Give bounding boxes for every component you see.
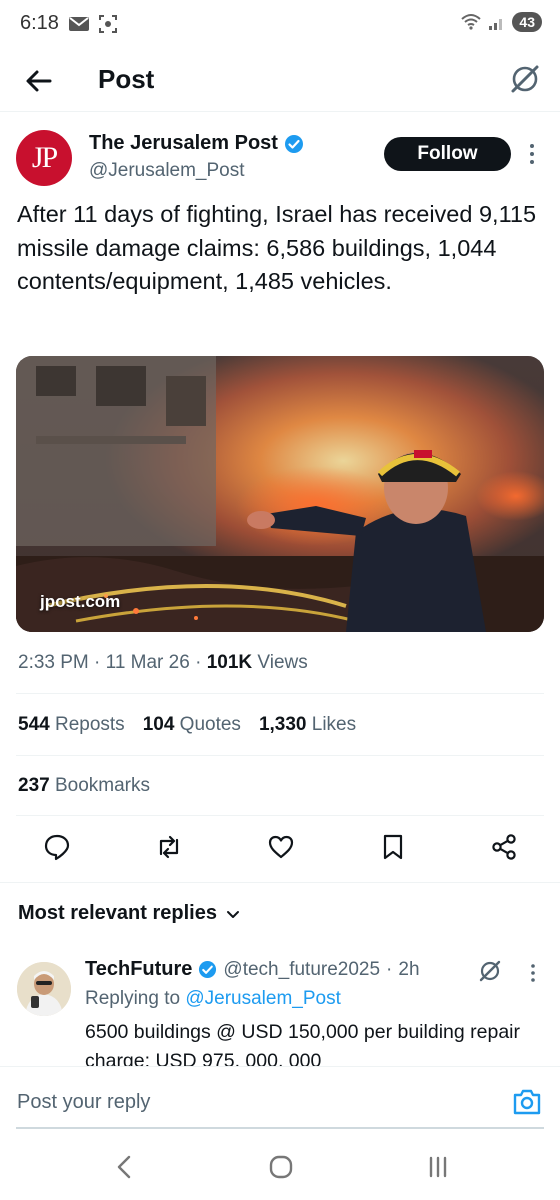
grok-icon[interactable]	[508, 62, 542, 96]
signal-icon	[489, 19, 503, 30]
like-heart-icon[interactable]	[266, 832, 296, 862]
reply-text: 6500 buildings @ USD 150,000 per buildin…	[85, 1021, 520, 1068]
reply-composer: Post your reply	[0, 1066, 560, 1132]
bookmarks-count: 237	[18, 775, 50, 796]
link-domain-label: jpost.com	[40, 592, 121, 611]
follow-button[interactable]: Follow	[384, 137, 511, 171]
repost-icon[interactable]	[154, 832, 184, 862]
replies-sort-dropdown[interactable]: Most relevant replies	[18, 902, 241, 925]
post-author: JP The Jerusalem Post @Jerusalem_Post Fo…	[0, 126, 560, 192]
fire-scene-image	[16, 356, 544, 632]
post-date: 11 Mar 26	[105, 652, 190, 673]
page-title: Post	[98, 64, 155, 94]
divider	[0, 882, 560, 883]
reply-age: 2h	[398, 958, 420, 980]
camera-icon[interactable]	[511, 1087, 543, 1117]
verified-badge-icon	[284, 134, 303, 153]
reposts-stat[interactable]: 544 Reposts	[18, 714, 125, 736]
quotes-label: Quotes	[179, 714, 241, 735]
likes-stat[interactable]: 1,330 Likes	[259, 714, 356, 736]
quotes-count: 104	[142, 714, 175, 735]
author-name-link[interactable]: The Jerusalem Post	[89, 132, 304, 155]
post-text: After 11 days of fighting, Israel has re…	[17, 201, 537, 294]
wifi-icon	[461, 14, 482, 30]
divider	[16, 693, 544, 694]
reply-input[interactable]: Post your reply	[17, 1091, 150, 1114]
separator-dot: ·	[386, 958, 393, 980]
battery-indicator: 43	[512, 12, 542, 32]
action-bar	[0, 832, 560, 868]
bookmarks-label: Bookmarks	[54, 775, 151, 796]
nav-back-icon[interactable]	[110, 1152, 140, 1182]
more-vertical-icon[interactable]	[526, 962, 540, 984]
author-handle[interactable]: @Jerusalem_Post	[89, 160, 245, 182]
replying-to: Replying to @Jerusalem_Post	[85, 988, 341, 1010]
share-icon[interactable]	[489, 832, 519, 862]
nav-recents-icon[interactable]	[423, 1152, 453, 1182]
nav-home-icon[interactable]	[266, 1152, 296, 1182]
system-nav-bar	[0, 1132, 560, 1200]
divider	[16, 815, 544, 816]
verified-badge-icon	[199, 960, 217, 979]
views-count: 101K	[206, 652, 253, 673]
grok-icon[interactable]	[477, 958, 503, 984]
bookmark-icon[interactable]	[378, 832, 408, 862]
author-name: The Jerusalem Post	[89, 132, 278, 154]
reply-author-name[interactable]: TechFuture	[85, 958, 192, 981]
author-avatar[interactable]: JP	[16, 130, 72, 186]
back-arrow-icon[interactable]	[22, 64, 56, 98]
reply-avatar-image	[17, 962, 71, 1016]
replying-to-prefix: Replying to	[85, 988, 181, 1009]
mail-icon	[69, 17, 89, 31]
post-time: 2:33 PM	[18, 652, 89, 673]
top-app-bar: Post	[0, 50, 560, 112]
post-image[interactable]: jpost.com	[16, 356, 544, 632]
likes-label: Likes	[311, 714, 357, 735]
status-bar: 6:18 43	[0, 0, 560, 50]
likes-count: 1,330	[258, 714, 307, 735]
chevron-down-icon	[226, 910, 239, 918]
replies-sort-label: Most relevant replies	[18, 902, 217, 924]
reposts-label: Reposts	[54, 714, 125, 735]
input-underline	[16, 1127, 544, 1129]
replying-to-handle[interactable]: @Jerusalem_Post	[185, 988, 341, 1009]
views-label: Views	[257, 652, 308, 673]
post-meta: 2:33 PM · 11 Mar 26 · 101K Views	[18, 652, 308, 673]
reply-header: TechFuture @tech_future2025 · 2h	[85, 958, 420, 981]
reply-avatar[interactable]	[17, 962, 71, 1016]
divider	[16, 755, 544, 756]
more-vertical-icon[interactable]	[524, 140, 540, 168]
reposts-count: 544	[18, 714, 50, 735]
status-time: 6:18	[20, 12, 59, 34]
bookmarks-stat[interactable]: 237 Bookmarks	[18, 775, 150, 797]
reply-author-handle[interactable]: @tech_future2025	[223, 959, 380, 981]
screenshot-icon	[99, 15, 117, 33]
engagement-stats: 544 Reposts 104 Quotes 1,330 Likes	[18, 714, 356, 736]
quotes-stat[interactable]: 104 Quotes	[143, 714, 241, 736]
reply-icon[interactable]	[42, 832, 72, 862]
